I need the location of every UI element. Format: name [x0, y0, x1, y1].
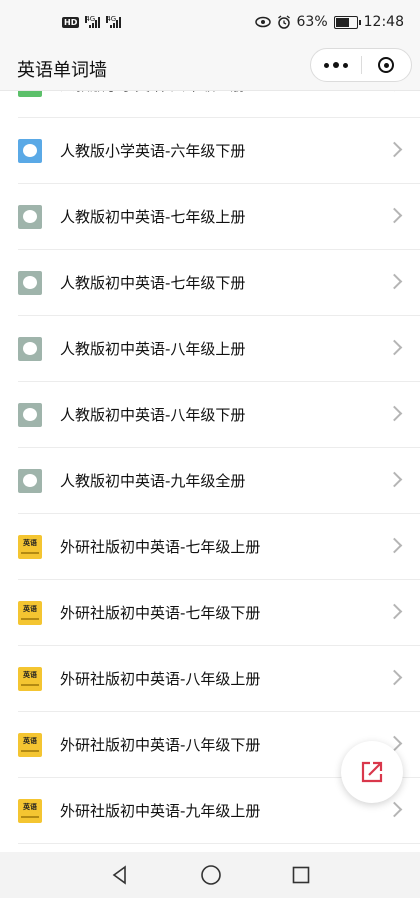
book-cover-icon: [18, 205, 42, 229]
alarm-icon: [277, 15, 290, 29]
book-list: 人教版小学英语-六年级上册人教版小学英语-六年级下册人教版初中英语-七年级上册人…: [0, 72, 420, 844]
book-list-item[interactable]: 英语 外研社版初中英语-七年级下册: [18, 580, 420, 646]
recents-icon[interactable]: [292, 866, 310, 884]
page-title: 英语单词墙: [17, 60, 107, 81]
book-title: 人教版初中英语-七年级下册: [60, 274, 246, 292]
chevron-right-icon: [386, 801, 403, 818]
dot-icon: [323, 62, 329, 68]
book-list-item[interactable]: 英语 外研社版初中英语-七年级上册: [18, 514, 420, 580]
book-title: 外研社版初中英语-八年级上册: [60, 670, 261, 688]
close-button[interactable]: [362, 49, 412, 81]
book-cover-icon: [18, 403, 42, 427]
chevron-right-icon: [386, 471, 403, 488]
chevron-right-icon: [386, 603, 403, 620]
book-title: 外研社版初中英语-七年级下册: [60, 604, 261, 622]
book-title: 人教版初中英语-八年级上册: [60, 340, 246, 358]
book-list-item[interactable]: 人教版小学英语-六年级下册: [18, 118, 420, 184]
status-bar: HD 4G 4G 63% 12:48: [0, 0, 420, 46]
clock: 12:48: [363, 14, 404, 30]
dot-icon: [332, 62, 339, 68]
cover-emblem: [23, 342, 37, 355]
chevron-right-icon: [386, 339, 403, 356]
mini-program-capsule: [310, 48, 412, 82]
book-list-item[interactable]: 人教版初中英语-九年级全册: [18, 448, 420, 514]
nav-bar: 英语单词墙: [0, 46, 420, 91]
cover-title: 英语: [23, 605, 37, 613]
dot-icon: [342, 62, 348, 68]
network-type-1: 4G: [85, 15, 96, 23]
chevron-right-icon: [386, 669, 403, 686]
more-button[interactable]: [311, 49, 361, 81]
cover-title: 英语: [23, 737, 37, 745]
signal-2-icon: 4G: [106, 15, 122, 28]
book-title: 人教版初中英语-七年级上册: [60, 208, 246, 226]
cover-emblem: [23, 144, 37, 157]
book-cover-icon: 英语: [18, 799, 42, 823]
share-button[interactable]: [341, 741, 403, 803]
cover-title: 英语: [23, 803, 37, 811]
signal-1-icon: 4G: [85, 15, 101, 28]
book-title: 人教版初中英语-八年级下册: [60, 406, 246, 424]
chevron-right-icon: [386, 141, 403, 158]
network-type-2: 4G: [106, 15, 117, 23]
chevron-right-icon: [386, 273, 403, 290]
book-list-item[interactable]: 英语 外研社版初中英语-八年级上册: [18, 646, 420, 712]
cover-emblem: [23, 276, 37, 289]
battery-percent: 63%: [296, 14, 328, 30]
book-title: 外研社版初中英语-八年级下册: [60, 736, 261, 754]
book-list-item[interactable]: 人教版初中英语-七年级下册: [18, 250, 420, 316]
book-title: 人教版小学英语-六年级下册: [60, 142, 246, 160]
book-cover-icon: [18, 469, 42, 493]
target-icon: [378, 57, 395, 73]
book-title: 人教版初中英语-九年级全册: [60, 472, 246, 490]
book-cover-icon: 英语: [18, 667, 42, 691]
book-cover-icon: [18, 337, 42, 361]
book-cover-icon: [18, 271, 42, 295]
book-list-item[interactable]: 人教版初中英语-八年级下册: [18, 382, 420, 448]
home-icon[interactable]: [200, 864, 222, 886]
cover-emblem: [23, 210, 37, 223]
cover-emblem: [23, 474, 37, 487]
book-title: 外研社版初中英语-九年级上册: [60, 802, 261, 820]
status-left: HD 4G 4G: [62, 15, 122, 28]
book-list-item[interactable]: 人教版初中英语-七年级上册: [18, 184, 420, 250]
cover-title: 英语: [23, 671, 37, 679]
book-cover-icon: [18, 139, 42, 163]
share-icon: [361, 761, 383, 783]
back-icon[interactable]: [110, 865, 130, 885]
chevron-right-icon: [386, 405, 403, 422]
hd-badge: HD: [62, 16, 80, 28]
status-right: 63% 12:48: [254, 14, 404, 30]
book-list-item[interactable]: 人教版初中英语-八年级上册: [18, 316, 420, 382]
cover-emblem: [23, 408, 37, 421]
book-cover-icon: 英语: [18, 601, 42, 625]
cover-title: 英语: [23, 539, 37, 547]
eye-comfort-icon: [254, 16, 271, 28]
book-title: 外研社版初中英语-七年级上册: [60, 538, 261, 556]
chevron-right-icon: [386, 537, 403, 554]
book-cover-icon: 英语: [18, 733, 42, 757]
battery-icon: [333, 15, 361, 29]
book-cover-icon: 英语: [18, 535, 42, 559]
system-nav-bar: [0, 852, 420, 898]
chevron-right-icon: [386, 207, 403, 224]
